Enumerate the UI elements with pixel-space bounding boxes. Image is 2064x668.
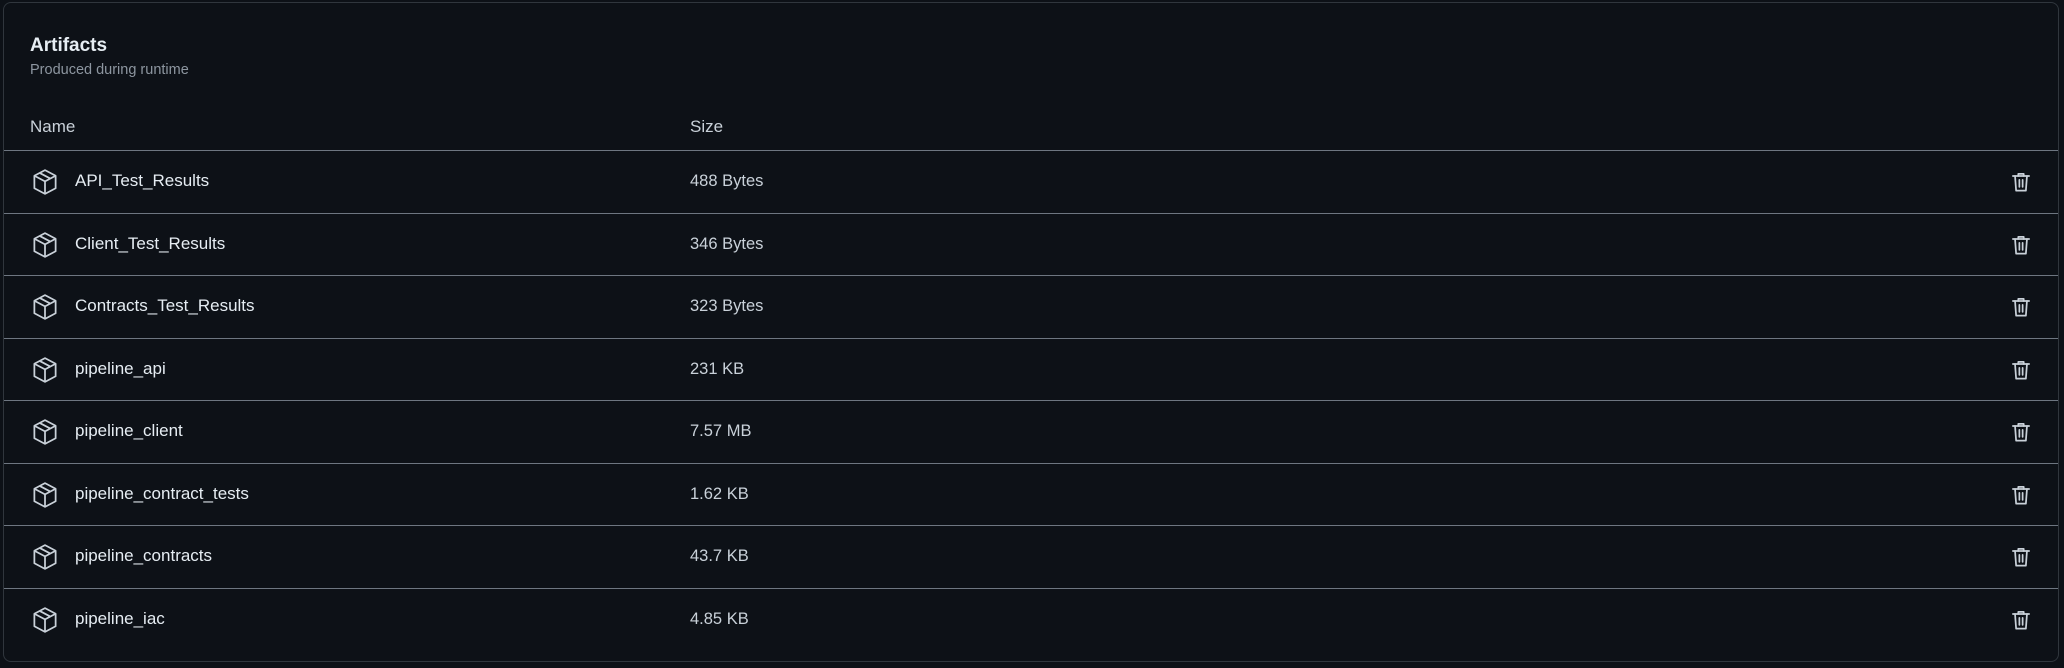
trash-icon[interactable] [2008, 232, 2034, 258]
artifact-list: API_Test_Results 488 Bytes Client_Test_R… [4, 150, 2058, 650]
artifact-name-link[interactable]: pipeline_iac [75, 609, 165, 629]
artifact-size: 1.62 KB [690, 484, 749, 503]
package-icon [30, 355, 60, 385]
artifact-row: pipeline_client 7.57 MB [4, 400, 2058, 463]
package-icon [30, 167, 60, 197]
artifact-row: pipeline_contract_tests 1.62 KB [4, 462, 2058, 526]
package-icon [30, 292, 60, 322]
artifact-name-link[interactable]: Client_Test_Results [75, 234, 225, 254]
artifact-size: 7.57 MB [690, 422, 752, 440]
trash-icon[interactable] [2008, 419, 2034, 445]
package-icon [30, 480, 60, 510]
panel-title: Artifacts [30, 35, 108, 56]
artifact-size: 488 Bytes [690, 172, 764, 190]
artifact-name-link[interactable]: pipeline_contracts [75, 546, 212, 566]
artifact-row: pipeline_iac 4.85 KB [4, 587, 2058, 651]
package-icon [30, 417, 60, 447]
artifact-size: 323 Bytes [690, 297, 764, 315]
package-icon [30, 605, 60, 635]
artifact-size: 4.85 KB [690, 609, 749, 628]
artifact-size: 231 KB [690, 359, 745, 378]
trash-icon[interactable] [2008, 357, 2034, 383]
artifact-row: pipeline_api 231 KB [4, 337, 2058, 401]
artifact-row: pipeline_contracts 43.7 KB [4, 525, 2058, 588]
artifact-row: Client_Test_Results 346 Bytes [4, 212, 2058, 276]
panel-subtitle: Produced during runtime [30, 62, 189, 78]
column-header-name: Name [30, 117, 76, 136]
column-header-size: Size [690, 117, 724, 136]
package-icon [30, 230, 60, 260]
artifact-row: Contracts_Test_Results 323 Bytes [4, 275, 2058, 338]
artifact-name-link[interactable]: pipeline_client [75, 421, 183, 441]
trash-icon[interactable] [2008, 294, 2034, 320]
artifact-name-link[interactable]: pipeline_contract_tests [75, 484, 249, 504]
trash-icon[interactable] [2008, 544, 2034, 570]
trash-icon[interactable] [2008, 169, 2034, 195]
artifacts-panel: Artifacts Produced during runtime Name S… [3, 2, 2059, 662]
artifact-name-link[interactable]: pipeline_api [75, 359, 166, 379]
artifact-size: 346 Bytes [690, 234, 764, 253]
artifact-name-link[interactable]: Contracts_Test_Results [75, 296, 255, 316]
artifact-row: API_Test_Results 488 Bytes [4, 150, 2058, 213]
package-icon [30, 542, 60, 572]
artifact-size: 43.7 KB [690, 547, 749, 565]
trash-icon[interactable] [2008, 482, 2034, 508]
trash-icon[interactable] [2008, 607, 2034, 633]
artifact-name-link[interactable]: API_Test_Results [75, 171, 209, 191]
